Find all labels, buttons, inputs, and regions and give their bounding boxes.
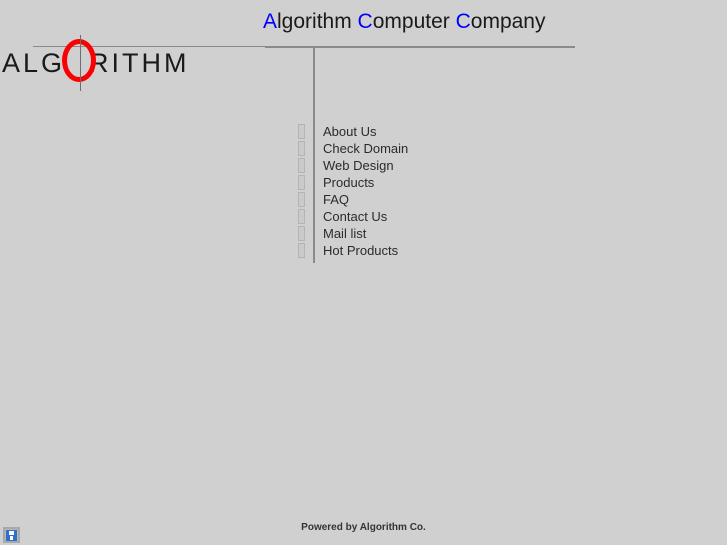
nav-label[interactable]: Web Design xyxy=(323,157,394,174)
broken-image-icon[interactable] xyxy=(3,527,20,543)
bullet-marker-icon xyxy=(298,141,305,156)
nav-item-faq[interactable]: FAQ xyxy=(298,191,518,208)
title-word-computer: Computer xyxy=(358,10,456,33)
nav-label[interactable]: Hot Products xyxy=(323,242,398,259)
nav-label[interactable]: About Us xyxy=(323,123,376,140)
nav-label[interactable]: Products xyxy=(323,174,374,191)
nav-item-mail-list[interactable]: Mail list xyxy=(298,225,518,242)
title-word-company: Company xyxy=(456,10,546,33)
bullet-marker-icon xyxy=(298,226,305,241)
nav-item-hot-products[interactable]: Hot Products xyxy=(298,242,518,259)
bullet-marker-icon xyxy=(298,192,305,207)
logo-text-after: RITHM xyxy=(89,48,190,78)
logo-text-before: ALG xyxy=(2,48,66,78)
nav-item-about-us[interactable]: About Us xyxy=(298,123,518,140)
nav-label[interactable]: Mail list xyxy=(323,225,366,242)
title-rest-algorithm: lgorithm xyxy=(277,10,358,33)
title-word-algorithm: Algorithm xyxy=(263,10,358,33)
nav-label[interactable]: Check Domain xyxy=(323,140,408,157)
bullet-marker-icon xyxy=(298,209,305,224)
title-cap-a: A xyxy=(263,10,278,33)
page-root: Algorithm Computer Company ALGORITHM Abo… xyxy=(0,0,727,545)
bullet-marker-icon xyxy=(298,158,305,173)
title-cap-c2: C xyxy=(455,10,471,33)
logo-crosshair-vertical xyxy=(80,35,81,91)
nav-label[interactable]: FAQ xyxy=(323,191,349,208)
footer-credit: Powered by Algorithm Co. xyxy=(301,522,426,533)
broken-image-glyph xyxy=(6,529,17,541)
bullet-marker-icon xyxy=(298,243,305,258)
nav-item-web-design[interactable]: Web Design xyxy=(298,157,518,174)
page-title: Algorithm Computer Company xyxy=(263,9,545,35)
title-rest-company: ompany xyxy=(470,10,546,33)
nav-item-products[interactable]: Products xyxy=(298,174,518,191)
site-logo: ALGORITHM xyxy=(0,35,200,92)
logo-red-ring-icon xyxy=(62,39,96,82)
bullet-marker-icon xyxy=(298,175,305,190)
title-cap-c1: C xyxy=(357,10,373,33)
title-rest-computer: omputer xyxy=(372,10,456,33)
header-rule-right xyxy=(265,46,575,48)
nav-item-check-domain[interactable]: Check Domain xyxy=(298,140,518,157)
main-navigation: About Us Check Domain Web Design Product… xyxy=(298,123,518,259)
nav-item-contact-us[interactable]: Contact Us xyxy=(298,208,518,225)
bullet-marker-icon xyxy=(298,124,305,139)
nav-label[interactable]: Contact Us xyxy=(323,208,387,225)
